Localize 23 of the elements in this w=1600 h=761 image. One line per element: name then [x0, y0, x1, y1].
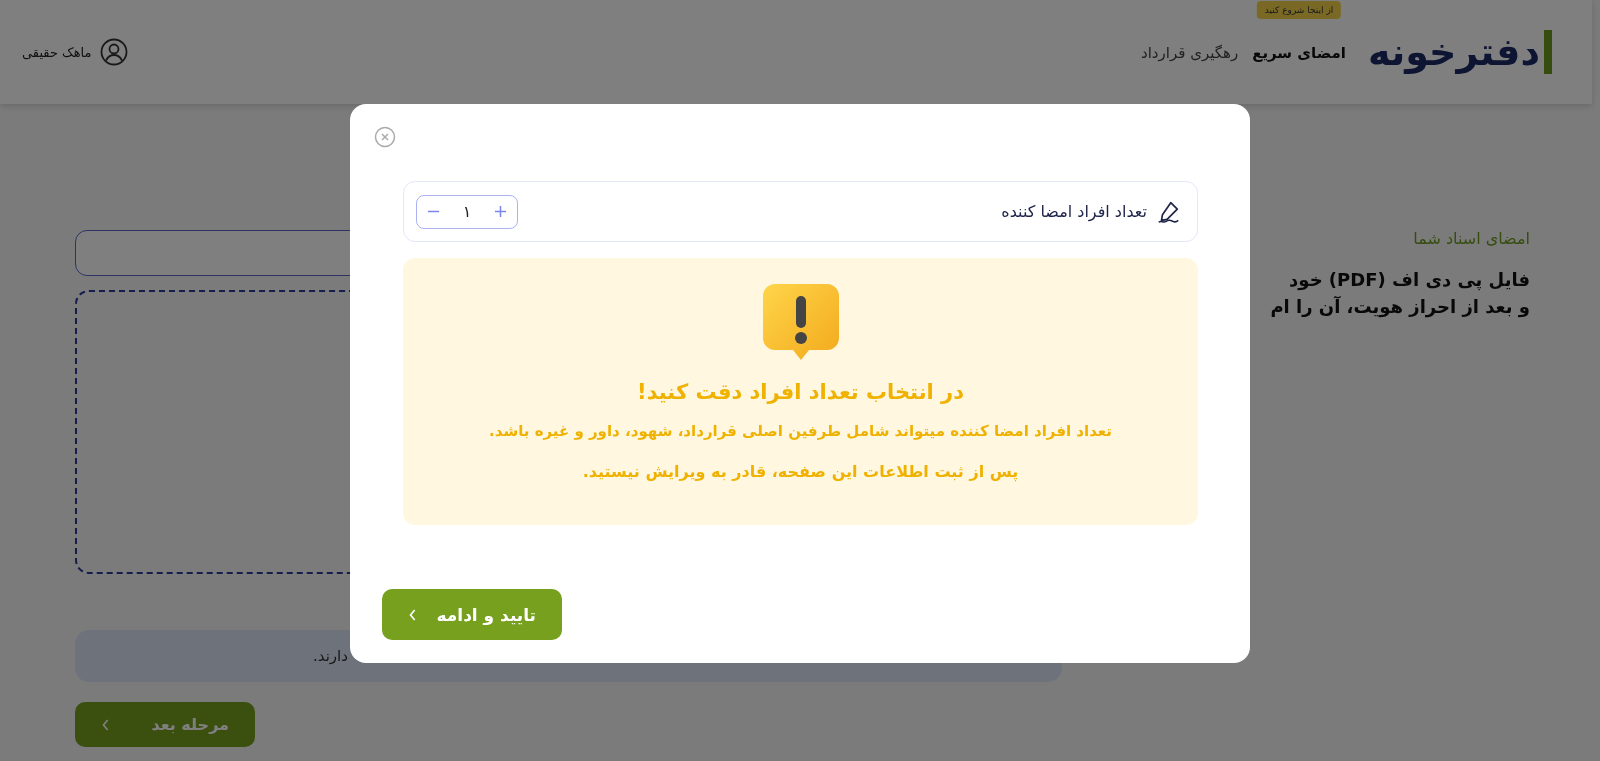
chevron-icon	[408, 607, 418, 622]
page-heading: فایل پی دی اف (PDF) خود و بعد از احراز هویت، آن را ام	[1269, 268, 1530, 320]
nav-link[interactable]: امضای سریع	[1252, 43, 1346, 62]
next-button[interactable]: مرحله بعد	[75, 702, 255, 747]
close-icon[interactable]	[374, 126, 396, 148]
section-label: امضای اسناد شما	[1412, 229, 1530, 248]
warning-title: در انتخاب تعداد افراد دقت کنید!	[637, 380, 964, 404]
counter-label: تعداد افراد امضا کننده	[1001, 202, 1147, 221]
user-name[interactable]: ماهک حقیقی	[22, 44, 92, 60]
confirm-button[interactable]: تایید و ادامه	[382, 589, 562, 640]
nav-link[interactable]: رهگیری قرارداد	[1141, 43, 1239, 62]
info-text: دارند.	[313, 647, 348, 665]
warning-text: تعداد افراد امضا کننده میتواند شامل طرفین اصلی قرارداد، شهود، داور و غیره باشد.	[489, 422, 1112, 440]
number-stepper[interactable]: ۱	[416, 194, 518, 229]
logo[interactable]: دفترخونه	[1367, 30, 1552, 74]
counter-value: ۱	[462, 202, 472, 221]
user-icon[interactable]	[99, 38, 128, 66]
warning-text: پس از ثبت اطلاعات این صفحه، قادر به ویرایش نیستید.	[582, 462, 1019, 481]
plus-icon	[494, 205, 507, 218]
chevron-icon	[101, 717, 111, 732]
increase-button[interactable]	[492, 203, 509, 220]
warning-icon	[760, 282, 841, 362]
hint-badge: از اینجا شروع کنید	[1256, 0, 1342, 19]
